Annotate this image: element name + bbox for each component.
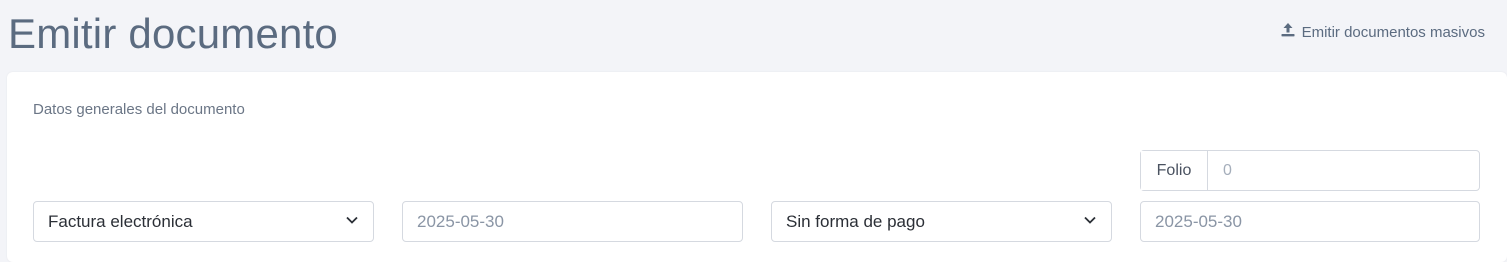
payment-method-value: Sin forma de pago <box>786 211 925 231</box>
document-general-data-card: Datos generales del documento Folio 0 Fa… <box>7 72 1507 262</box>
folio-input-group: Folio 0 <box>1140 150 1480 191</box>
issue-date-value: 2025-05-30 <box>417 211 504 231</box>
folio-input[interactable]: 0 <box>1208 151 1479 190</box>
emit-bulk-documents-link[interactable]: Emitir documentos masivos <box>1280 21 1485 43</box>
document-type-value: Factura electrónica <box>48 211 193 231</box>
upload-icon <box>1280 22 1296 42</box>
chevron-down-icon <box>1083 212 1097 232</box>
due-date-input[interactable]: 2025-05-30 <box>1140 201 1480 242</box>
page-title: Emitir documento <box>8 10 338 57</box>
folio-label: Folio <box>1141 151 1208 190</box>
payment-method-select[interactable]: Sin forma de pago <box>771 201 1112 242</box>
page-header: Emitir documento Emitir documentos masiv… <box>0 0 1507 70</box>
document-type-select[interactable]: Factura electrónica <box>33 201 374 242</box>
due-date-value: 2025-05-30 <box>1155 211 1242 231</box>
chevron-down-icon <box>345 212 359 232</box>
emit-bulk-documents-label: Emitir documentos masivos <box>1301 23 1485 41</box>
issue-date-input[interactable]: 2025-05-30 <box>402 201 743 242</box>
section-title: Datos generales del documento <box>33 101 245 118</box>
